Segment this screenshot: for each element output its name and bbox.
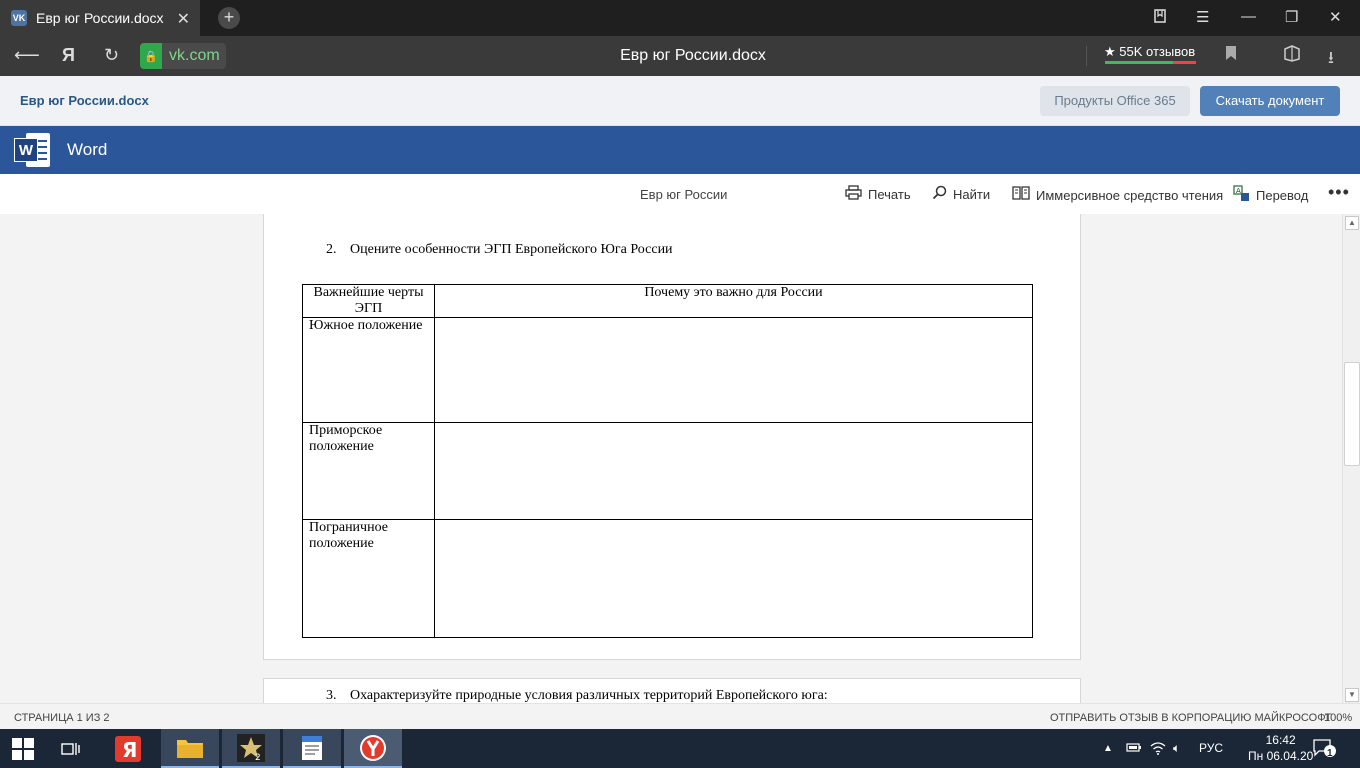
clock[interactable]: 16:42 Пн 06.04.20 bbox=[1248, 732, 1313, 764]
game-app-icon[interactable]: 2 bbox=[222, 729, 280, 768]
translate-icon: A bbox=[1233, 185, 1250, 206]
browser-tab-bar: VK Евр юг России.docx ✕ + ☰ — ❐ ✕ bbox=[0, 0, 1360, 36]
close-window-icon[interactable]: ✕ bbox=[1329, 8, 1342, 26]
table-cell-feature: Пограничное положение bbox=[302, 519, 435, 638]
scroll-up-icon[interactable]: ▲ bbox=[1345, 216, 1359, 230]
browser-tab[interactable]: VK Евр юг России.docx ✕ bbox=[0, 0, 200, 36]
bookmarks-icon[interactable] bbox=[1152, 8, 1168, 28]
tab-title: Евр юг России.docx bbox=[36, 10, 164, 26]
reviews-rating-bar bbox=[1105, 61, 1196, 64]
svg-text:2: 2 bbox=[255, 753, 261, 763]
command-bar: Евр юг России Печать Найти Иммерсивное с… bbox=[0, 174, 1360, 214]
immersive-reader-button[interactable]: Иммерсивное средство чтения bbox=[1012, 185, 1223, 205]
word-logo-icon: W bbox=[14, 133, 50, 167]
table-header-cell: Почему это важно для России bbox=[434, 284, 1033, 318]
scrollbar-thumb[interactable] bbox=[1344, 362, 1360, 466]
battery-icon[interactable] bbox=[1126, 741, 1142, 756]
more-options-icon[interactable]: ••• bbox=[1328, 182, 1350, 203]
clipped-text-line: — — bbox=[313, 217, 345, 223]
reader-icon[interactable] bbox=[1283, 45, 1301, 67]
vertical-scrollbar[interactable]: ▲ ▼ bbox=[1342, 214, 1360, 703]
table-header-row: Важнейшие черты ЭГП Почему это важно для… bbox=[302, 284, 1033, 318]
task-3-heading: 3. Охарактеризуйте природные условия разл… bbox=[326, 688, 828, 703]
table-cell-empty[interactable] bbox=[434, 317, 1033, 423]
document-title-link[interactable]: Евр юг России.docx bbox=[20, 93, 149, 108]
vk-document-header: Евр юг России.docx Продукты Office 365 С… bbox=[0, 76, 1360, 126]
search-icon bbox=[932, 185, 947, 204]
printer-icon bbox=[845, 185, 862, 204]
command-doc-title: Евр юг России bbox=[640, 187, 728, 202]
file-explorer-icon[interactable] bbox=[161, 729, 219, 768]
egp-table: Важнейшие черты ЭГП Почему это важно для… bbox=[302, 284, 1033, 638]
language-indicator[interactable]: РУС bbox=[1199, 741, 1223, 755]
tab-close-icon[interactable]: ✕ bbox=[177, 9, 190, 29]
find-button[interactable]: Найти bbox=[932, 185, 990, 204]
document-page: 3. Охарактеризуйте природные условия разл… bbox=[263, 678, 1081, 703]
office-products-button[interactable]: Продукты Office 365 bbox=[1040, 86, 1190, 116]
scroll-down-icon[interactable]: ▼ bbox=[1345, 688, 1359, 702]
new-tab-button[interactable]: + bbox=[218, 7, 240, 29]
document-page: — — 2.Оцените особенности ЭГП Европейско… bbox=[263, 214, 1081, 660]
tray-expand-icon[interactable]: ▲ bbox=[1103, 743, 1113, 754]
svg-text:A: A bbox=[1236, 187, 1241, 195]
minimize-icon[interactable]: — bbox=[1241, 8, 1256, 25]
table-cell-feature: Приморское положение bbox=[302, 422, 435, 520]
table-cell-feature: Южное положение bbox=[302, 317, 435, 423]
zoom-level[interactable]: 100% bbox=[1324, 712, 1352, 724]
svg-text:Я: Я bbox=[122, 738, 137, 762]
table-row: Южное положение bbox=[302, 317, 1033, 423]
clock-time: 16:42 bbox=[1265, 733, 1296, 747]
text-app-icon[interactable] bbox=[283, 729, 341, 768]
reviews-badge[interactable]: ★ 55K отзывов bbox=[1104, 44, 1195, 60]
table-header-cell: Важнейшие черты ЭГП bbox=[302, 284, 435, 318]
word-app-bar: W Word bbox=[0, 126, 1360, 174]
download-icon[interactable]: ⭳ bbox=[1328, 45, 1334, 74]
page-counter: СТРАНИЦА 1 ИЗ 2 bbox=[14, 712, 110, 724]
table-cell-empty[interactable] bbox=[434, 519, 1033, 638]
app-name: Word bbox=[67, 140, 108, 159]
windows-start-icon[interactable] bbox=[0, 729, 46, 768]
immersive-reader-icon bbox=[1012, 185, 1030, 205]
clock-date: Пн 06.04.20 bbox=[1248, 749, 1314, 763]
status-bar: СТРАНИЦА 1 ИЗ 2 ОТПРАВИТЬ ОТЗЫВ В КОРПОР… bbox=[0, 703, 1360, 729]
restore-icon[interactable]: ❐ bbox=[1285, 8, 1298, 26]
menu-icon[interactable]: ☰ bbox=[1196, 8, 1209, 26]
notification-count: 1 bbox=[1327, 748, 1333, 759]
task-view-icon[interactable] bbox=[46, 729, 96, 768]
yandex-browser-taskbar-icon[interactable]: Я bbox=[99, 729, 157, 768]
volume-icon[interactable]: 🔈︎ bbox=[1173, 741, 1180, 756]
table-cell-empty[interactable] bbox=[434, 422, 1033, 520]
yandex-browser-active-icon[interactable] bbox=[344, 729, 402, 768]
vk-favicon-icon: VK bbox=[11, 10, 27, 26]
download-document-button[interactable]: Скачать документ bbox=[1200, 86, 1340, 116]
task-2-heading: 2. Оцените особенности ЭГП Европейского Ю… bbox=[326, 242, 673, 257]
notifications-icon[interactable] bbox=[1313, 739, 1337, 760]
bookmark-icon[interactable] bbox=[1225, 45, 1237, 66]
send-feedback-link[interactable]: ОТПРАВИТЬ ОТЗЫВ В КОРПОРАЦИЮ МАЙКРОСОФТ bbox=[1050, 712, 1332, 724]
print-button[interactable]: Печать bbox=[845, 185, 911, 204]
translate-button[interactable]: A Перевод bbox=[1233, 185, 1308, 206]
divider bbox=[1086, 46, 1087, 66]
table-row: Приморское положение bbox=[302, 422, 1033, 520]
table-row: Пограничное положение bbox=[302, 519, 1033, 638]
wifi-icon[interactable] bbox=[1150, 741, 1166, 758]
document-canvas: — — 2.Оцените особенности ЭГП Европейско… bbox=[0, 214, 1342, 703]
windows-taskbar: Я 2 ▲ 🔈︎ РУС 16:42 Пн 06.04.20 1 bbox=[0, 729, 1360, 768]
